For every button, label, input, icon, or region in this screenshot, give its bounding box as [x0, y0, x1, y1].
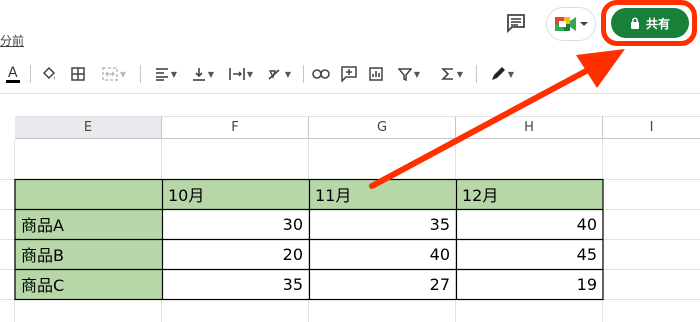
fill-color-icon — [42, 66, 56, 80]
align-vertical-icon — [192, 68, 205, 81]
borders-icon — [71, 67, 85, 81]
text-color-icon: A — [6, 65, 20, 83]
text-color-button[interactable]: A — [2, 56, 24, 92]
text-wrap-icon — [229, 68, 245, 80]
insert-link-button[interactable] — [310, 56, 332, 92]
merge-cells-button[interactable]: ▼ — [96, 56, 132, 92]
merge-cells-icon — [102, 67, 118, 81]
insert-link-icon — [312, 69, 330, 79]
formatting-toolbar: A ▼ ▼ ▼ ▼ ▼ ▼ ▼ ▼ — [0, 56, 700, 92]
filter-icon — [397, 68, 412, 81]
insert-comment-button[interactable] — [338, 56, 360, 92]
toolbar-separator — [476, 65, 477, 83]
spreadsheet-grid[interactable]: E F G H I 10月 11月 12月 商品A 30 35 40 商品B 2… — [0, 93, 700, 322]
vertical-align-button[interactable]: ▼ — [188, 56, 218, 92]
insert-chart-icon — [369, 67, 383, 81]
align-horizontal-icon — [155, 68, 168, 81]
comment-history-button[interactable] — [501, 9, 531, 37]
toolbar-separator — [140, 65, 141, 83]
share-label: 共有 — [645, 16, 670, 31]
insert-comment-icon — [341, 66, 357, 82]
pen-button[interactable]: ▼ — [484, 56, 520, 92]
text-wrap-button[interactable]: ▼ — [224, 56, 258, 92]
share-button[interactable]: 共有 — [611, 8, 689, 38]
comment-icon — [507, 14, 525, 33]
toolbar-separator — [30, 65, 31, 83]
text-rotation-icon — [268, 69, 280, 80]
top-bar: 分前 共有 — [0, 0, 700, 52]
filter-button[interactable]: ▼ — [394, 56, 424, 92]
toolbar-separator — [303, 65, 304, 83]
text-rotation-button[interactable]: ▼ — [262, 56, 296, 92]
functions-icon — [440, 68, 453, 80]
last-edit-link[interactable]: 分前 — [0, 32, 24, 49]
functions-button[interactable]: ▼ — [436, 56, 468, 92]
lock-icon — [630, 17, 639, 29]
svg-text:A: A — [8, 65, 18, 81]
fill-color-button[interactable] — [38, 56, 60, 92]
chevron-down-icon — [580, 22, 588, 26]
borders-button[interactable] — [67, 56, 89, 92]
table-borders — [14, 178, 604, 301]
insert-chart-button[interactable] — [365, 56, 387, 92]
horizontal-align-button[interactable]: ▼ — [150, 56, 182, 92]
pen-icon — [491, 67, 505, 80]
meet-button[interactable] — [546, 7, 596, 41]
meet-icon — [555, 17, 576, 31]
